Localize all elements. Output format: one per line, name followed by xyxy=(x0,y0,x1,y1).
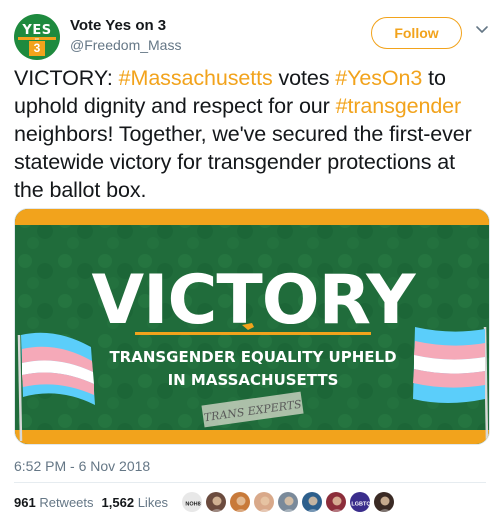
liker-avatar-label: LGBTQ xyxy=(351,502,371,508)
likes-stat[interactable]: 1,562 Likes xyxy=(102,491,169,515)
tweet-timestamp[interactable]: 6:52 PM - 6 Nov 2018 xyxy=(14,458,150,474)
likes-label: Likes xyxy=(137,495,169,510)
hashtag-link[interactable]: #transgender xyxy=(336,94,462,118)
chevron-down-icon[interactable] xyxy=(474,21,490,37)
liker-avatar[interactable] xyxy=(253,491,275,513)
liker-avatar[interactable] xyxy=(229,491,251,513)
victory-headline: VICTORY xyxy=(92,261,417,340)
hashtag-link[interactable]: #YesOn3 xyxy=(335,66,422,90)
victory-subline-1: TRANSGENDER EQUALITY UPHELD xyxy=(109,348,396,366)
account-avatar[interactable]: YES on 3 xyxy=(14,14,60,60)
tweet-text-segment: neighbors! Together, we've secured the f… xyxy=(14,122,472,202)
victory-subline-2: IN MASSACHUSETTS xyxy=(168,371,339,389)
tweet-image[interactable]: VICTORY TRANSGENDER EQUALITY UPHELD IN M… xyxy=(14,208,490,445)
tweet-header: YES on 3 Vote Yes on 3 @Freedom_Mass Fol… xyxy=(14,12,488,60)
liker-avatar[interactable] xyxy=(301,491,323,513)
liker-avatar[interactable] xyxy=(325,491,347,513)
account-handle[interactable]: @Freedom_Mass xyxy=(70,37,181,53)
liker-avatar[interactable] xyxy=(205,491,227,513)
tweet-text-segment: votes xyxy=(272,66,336,90)
divider xyxy=(14,482,486,483)
tweet-text-segment: VICTORY: xyxy=(14,66,119,90)
avatar-number: 3 xyxy=(29,41,45,56)
headline-underline xyxy=(135,332,371,335)
retweets-count: 961 xyxy=(14,495,36,510)
liker-avatar[interactable] xyxy=(373,491,395,513)
bottom-orange-band xyxy=(15,430,489,444)
retweets-stat[interactable]: 961 Retweets xyxy=(14,491,94,515)
top-orange-band xyxy=(15,209,489,225)
liker-avatar-label: NOH8 xyxy=(185,502,200,508)
liker-avatar[interactable]: NOH8 xyxy=(181,491,203,513)
tweet-stats: 961 Retweets 1,562 Likes xyxy=(14,491,176,515)
follow-button[interactable]: Follow xyxy=(371,17,462,49)
victory-graphic: VICTORY TRANSGENDER EQUALITY UPHELD IN M… xyxy=(15,209,489,444)
tweet-text: VICTORY: #Massachusetts votes #YesOn3 to… xyxy=(14,64,490,204)
hashtag-link[interactable]: #Massachusetts xyxy=(119,66,273,90)
likes-count: 1,562 xyxy=(101,495,135,510)
liker-avatar[interactable]: LGBTQ xyxy=(349,491,371,513)
retweets-label: Retweets xyxy=(39,495,94,510)
liker-avatar[interactable] xyxy=(277,491,299,513)
account-display-name[interactable]: Vote Yes on 3 xyxy=(70,17,166,34)
